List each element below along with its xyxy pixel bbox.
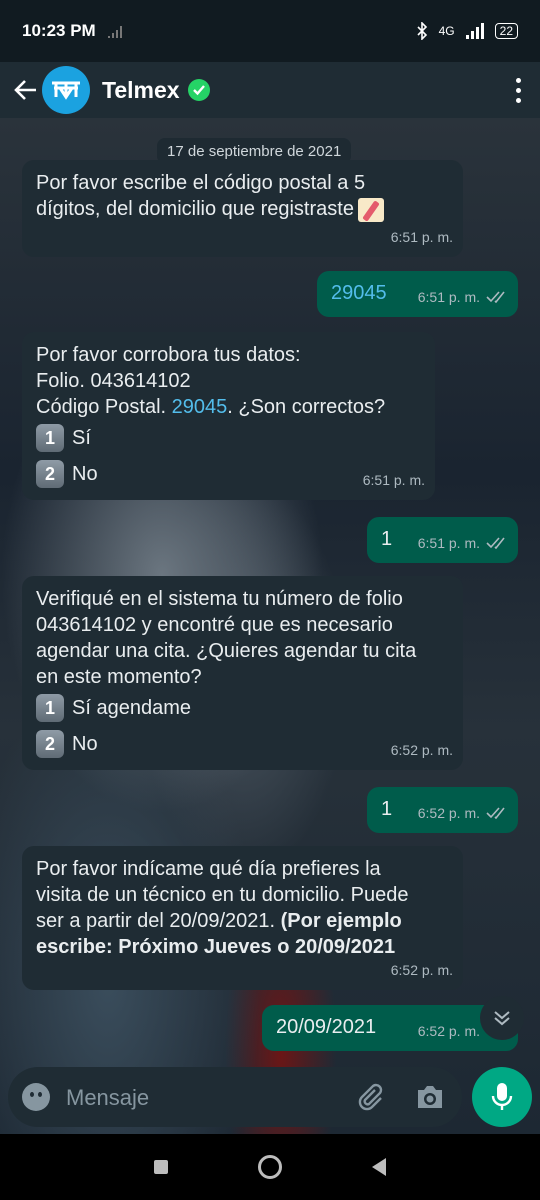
message-text: visita de un técnico en tu domicilio. Pu… (36, 884, 409, 906)
contact-avatar[interactable] (42, 66, 90, 114)
battery-indicator: 22 (494, 23, 518, 39)
recents-button[interactable] (154, 1160, 168, 1174)
message-text: 29045 (331, 282, 387, 304)
system-nav-bar (0, 1134, 540, 1200)
message-text: escribe: Próximo Jueves o 20/09/2021 (36, 936, 396, 958)
double-check-icon (486, 807, 505, 819)
outgoing-message[interactable]: 1 6:51 p. m. (367, 517, 518, 563)
verified-badge-icon (187, 79, 210, 101)
option-item: 2 No (36, 726, 449, 762)
telmex-logo-icon (52, 81, 80, 100)
outgoing-message[interactable]: 29045 6:51 p. m. (317, 271, 518, 317)
message-time: 6:52 p. m. (390, 962, 453, 978)
arrow-left-icon (14, 80, 36, 100)
nav-back-button[interactable] (372, 1158, 386, 1176)
message-text: ser a partir del 20/09/2021. (Por ejempl… (36, 910, 402, 932)
keycap-2-icon: 2 (36, 460, 64, 488)
message-time: 6:51 p. m. (362, 472, 425, 488)
more-options-button[interactable] (508, 75, 528, 105)
message-text: 043614102 y encontré que es necesario (36, 614, 393, 636)
message-text: 20/09/2021 (276, 1016, 377, 1038)
message-time: 6:51 p. m. (417, 289, 480, 305)
keycap-2-icon: 2 (36, 730, 64, 758)
incoming-message[interactable]: Por favor corrobora tus datos: Folio. 04… (22, 332, 435, 500)
message-time: 6:51 p. m. (417, 535, 480, 551)
attach-icon[interactable] (354, 1081, 386, 1113)
network-type: 4G (438, 24, 455, 38)
message-text: Folio. 043614102 (36, 370, 191, 392)
back-button[interactable] (12, 76, 40, 104)
message-text: Verifiqué en el sistema tu número de fol… (36, 588, 403, 610)
status-time: 10:23 PM (22, 21, 96, 40)
message-time: 6:52 p. m. (417, 805, 480, 821)
message-text: agendar una cita. ¿Quieres agendar tu ci… (36, 640, 417, 662)
home-button[interactable] (258, 1155, 282, 1179)
memo-emoji-icon (357, 197, 384, 222)
status-bar: 10:23 PM 4G 22 (0, 0, 540, 62)
message-time: 6:52 p. m. (417, 1023, 480, 1039)
message-text: Por favor indícame qué día prefieres la (36, 858, 381, 880)
message-text: dígitos, del domicilio que registraste (36, 196, 449, 222)
keycap-1-icon: 1 (36, 694, 64, 722)
voice-record-button[interactable] (472, 1067, 532, 1127)
double-chevron-down-icon (494, 1011, 510, 1026)
chat-area[interactable]: 17 de septiembre de 2021 Por favor escri… (0, 118, 540, 1134)
double-check-icon (486, 537, 505, 549)
keycap-1-icon: 1 (36, 424, 64, 452)
incoming-message[interactable]: Por favor escribe el código postal a 5 d… (22, 160, 463, 257)
option-item: 1 Sí (36, 420, 421, 456)
incoming-message[interactable]: Verifiqué en el sistema tu número de fol… (22, 576, 463, 770)
camera-icon[interactable] (415, 1083, 445, 1111)
message-text: 1 (381, 528, 393, 550)
incoming-message[interactable]: Por favor indícame qué día prefieres la … (22, 846, 463, 990)
message-input[interactable] (64, 1077, 338, 1119)
message-time: 6:51 p. m. (390, 229, 453, 245)
message-time: 6:52 p. m. (390, 742, 453, 758)
outgoing-message[interactable]: 1 6:52 p. m. (367, 787, 518, 833)
signal-icon (465, 23, 484, 39)
scroll-to-bottom-button[interactable] (480, 996, 524, 1040)
postal-code-link[interactable]: 29045 (172, 396, 228, 418)
message-composer (8, 1067, 462, 1127)
emoji-icon[interactable] (22, 1083, 50, 1111)
message-text: Código Postal. 29045. ¿Son correctos? (36, 396, 386, 418)
message-text: Por favor corrobora tus datos: (36, 344, 301, 366)
message-text: en este momento? (36, 666, 202, 688)
no-signal-icon (107, 26, 122, 38)
microphone-icon (491, 1083, 513, 1110)
message-text: 1 (381, 798, 393, 820)
bluetooth-icon (417, 22, 427, 40)
contact-name[interactable]: Telmex (102, 77, 180, 104)
outgoing-message[interactable]: 20/09/2021 6:52 p. m. (262, 1005, 518, 1051)
chat-header: Telmex (0, 62, 540, 118)
message-text: Por favor escribe el código postal a 5 (36, 172, 366, 194)
option-item: 1 Sí agendame (36, 690, 449, 726)
double-check-icon (486, 291, 505, 303)
